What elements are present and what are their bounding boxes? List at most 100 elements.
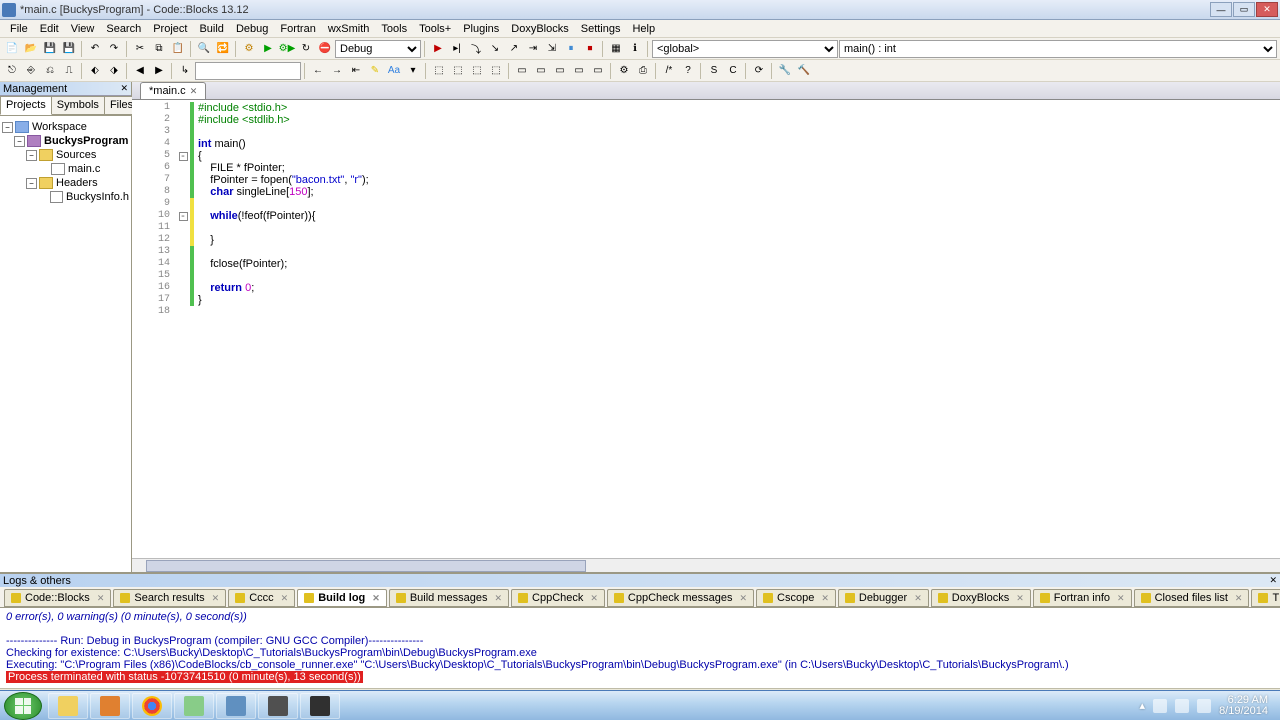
menu-build[interactable]: Build [193,21,229,37]
tool-icon[interactable]: ⬚ [468,62,486,80]
tab-close-icon[interactable]: ✕ [281,593,289,604]
next-bookmark-icon[interactable]: ▶ [150,62,168,80]
highlight-icon[interactable]: ✎ [366,62,384,80]
tab-close-icon[interactable]: ✕ [821,593,829,604]
tool-icon[interactable]: ▭ [589,62,607,80]
scrollbar-thumb[interactable] [146,560,586,572]
tool-icon[interactable]: ⎆ [22,62,40,80]
tab-close-icon[interactable]: ✕ [590,593,598,604]
tool-icon[interactable]: ▭ [570,62,588,80]
tray-icon[interactable] [1153,699,1167,713]
mgmt-tab-symbols[interactable]: Symbols [51,96,105,115]
logs-close-icon[interactable]: ✕ [1269,575,1277,586]
editor-tab-mainc[interactable]: *main.c ✕ [140,82,206,99]
replace-icon[interactable]: 🔁 [214,40,232,58]
code-editor[interactable]: 123456789101112131415161718 -- #include … [132,100,1280,558]
management-close-icon[interactable]: ✕ [120,83,128,94]
taskbar-codeblocks[interactable] [216,693,256,719]
tool-icon[interactable]: ▭ [513,62,531,80]
build-icon[interactable]: ⚙ [240,40,258,58]
tool-icon[interactable]: C [724,62,742,80]
tab-close-icon[interactable]: ✕ [190,86,198,97]
tab-close-icon[interactable]: ✕ [1117,593,1125,604]
new-file-icon[interactable]: 📄 [3,40,21,58]
logs-tab-codeblocks[interactable]: Code::Blocks✕ [4,589,111,607]
taskbar-explorer[interactable] [48,693,88,719]
taskbar-app[interactable] [300,693,340,719]
tool-icon[interactable]: ⎋ [3,62,21,80]
tab-close-icon[interactable]: ✕ [914,593,922,604]
menu-edit[interactable]: Edit [34,21,65,37]
logs-tab-fortraninfo[interactable]: Fortran info✕ [1033,589,1132,607]
tool-icon[interactable]: ? [679,62,697,80]
menu-plugins[interactable]: Plugins [457,21,505,37]
close-button[interactable]: ✕ [1256,2,1278,17]
build-run-icon[interactable]: ⚙▶ [278,40,296,58]
taskbar-app[interactable] [258,693,298,719]
tree-file-mainc[interactable]: main.c [38,162,129,176]
tool-icon[interactable]: ⬚ [487,62,505,80]
info-icon[interactable]: ℹ [626,40,644,58]
next-line-icon[interactable]: ⤵ [467,40,485,58]
mgmt-tab-projects[interactable]: Projects [0,96,52,115]
menu-debug[interactable]: Debug [230,21,274,37]
tab-close-icon[interactable]: ✕ [1235,593,1243,604]
step-instr-icon[interactable]: ⇲ [543,40,561,58]
logs-tab-cccc[interactable]: Cccc✕ [228,589,295,607]
logs-tab-buildmessages[interactable]: Build messages✕ [389,589,509,607]
menu-tools[interactable]: Tools+ [413,21,457,37]
cut-icon[interactable]: ✂ [131,40,149,58]
menu-fortran[interactable]: Fortran [274,21,321,37]
project-tree[interactable]: −Workspace −BuckysProgram −Sources main.… [0,116,131,572]
function-dropdown[interactable]: main() : int [839,40,1277,58]
logs-tab-closedfileslist[interactable]: Closed files list✕ [1134,589,1250,607]
tab-close-icon[interactable]: ✕ [372,593,380,604]
save-all-icon[interactable]: 💾 [60,40,78,58]
tab-close-icon[interactable]: ✕ [739,593,747,604]
taskbar-chrome[interactable] [132,693,172,719]
paste-icon[interactable]: 📋 [169,40,187,58]
menu-wxsmith[interactable]: wxSmith [322,21,376,37]
menu-tools[interactable]: Tools [375,21,413,37]
break-icon[interactable]: ⏸ [562,40,580,58]
logs-tab-searchresults[interactable]: Search results✕ [113,589,226,607]
menu-doxyblocks[interactable]: DoxyBlocks [505,21,574,37]
tool-icon[interactable]: ▾ [404,62,422,80]
stop-debug-icon[interactable]: ⏹ [581,40,599,58]
debug-windows-icon[interactable]: ▦ [607,40,625,58]
open-file-icon[interactable]: 📂 [22,40,40,58]
logs-tab-cppcheckmessages[interactable]: CppCheck messages✕ [607,589,754,607]
undo-icon[interactable]: ↶ [86,40,104,58]
rebuild-icon[interactable]: ↻ [297,40,315,58]
tray-volume-icon[interactable] [1175,699,1189,713]
find-icon[interactable]: 🔍 [195,40,213,58]
run-icon[interactable]: ▶ [259,40,277,58]
editor-hscrollbar[interactable] [132,558,1280,572]
tab-close-icon[interactable]: ✕ [97,593,105,604]
settings-icon[interactable]: 🔧 [776,62,794,80]
start-button[interactable] [4,692,42,720]
nav-fwd-icon[interactable]: → [328,62,346,80]
tool-icon[interactable]: ⟳ [750,62,768,80]
scope-dropdown[interactable]: <global> [652,40,838,58]
menu-file[interactable]: File [4,21,34,37]
run-to-cursor-icon[interactable]: ▸| [448,40,466,58]
tool-icon[interactable]: ⚙ [615,62,633,80]
logs-tab-cppcheck[interactable]: CppCheck✕ [511,589,605,607]
tab-close-icon[interactable]: ✕ [1016,593,1024,604]
tool-icon[interactable]: ▭ [532,62,550,80]
build-log-body[interactable]: 0 error(s), 0 warning(s) (0 minute(s), 0… [0,608,1280,688]
maximize-button[interactable]: ▭ [1233,2,1255,17]
tool-icon[interactable]: S [705,62,723,80]
tool-icon[interactable]: ⎍ [60,62,78,80]
logs-tab-buildlog[interactable]: Build log✕ [297,589,387,607]
logs-tab-threadsearch[interactable]: Thread search✕ [1251,589,1280,607]
goto-icon[interactable]: ↳ [176,62,194,80]
redo-icon[interactable]: ↷ [105,40,123,58]
tree-project[interactable]: −BuckysProgram [14,134,129,148]
tree-workspace[interactable]: −Workspace [2,120,129,134]
tool-icon[interactable]: ⎙ [634,62,652,80]
menu-project[interactable]: Project [147,21,193,37]
tool-icon[interactable]: ⎌ [41,62,59,80]
selection-icon[interactable]: Aa [385,62,403,80]
